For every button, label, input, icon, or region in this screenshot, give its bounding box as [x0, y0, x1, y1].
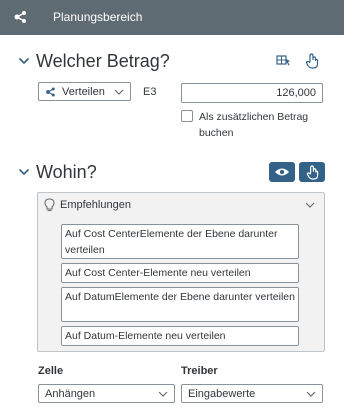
distribute-icon: [46, 87, 55, 96]
recommendation-item[interactable]: Auf DatumElemente der Ebene darunter ver…: [61, 287, 299, 322]
hand-pointer-icon: [305, 53, 319, 69]
grid-select-icon: [276, 55, 290, 66]
recommendations-panel: Empfehlungen Auf Cost CenterElemente der…: [37, 192, 325, 352]
preview-button[interactable]: [269, 162, 295, 182]
panel-title: Planungsbereich: [53, 10, 143, 24]
cell-reference: E3: [143, 86, 157, 98]
select-cells-button[interactable]: [272, 50, 296, 72]
chevron-down-icon: [305, 202, 315, 208]
distribute-dropdown[interactable]: Verteilen: [38, 82, 131, 101]
section-target-title: Wohin?: [36, 161, 97, 182]
chevron-down-icon: [18, 168, 30, 176]
recommendation-item[interactable]: Auf Cost CenterElemente der Ebene darunt…: [61, 224, 299, 259]
amount-input[interactable]: 126,000: [181, 83, 323, 103]
chevron-down-icon: [18, 57, 30, 65]
recommendation-item[interactable]: Auf Cost Center-Elemente neu verteilen: [61, 263, 299, 283]
recommendation-item[interactable]: Auf Datum-Elemente neu verteilen: [61, 326, 299, 346]
chevron-down-icon: [114, 89, 124, 95]
cell-dropdown-value: Anhängen: [45, 387, 96, 400]
section-amount-header[interactable]: Welcher Betrag?: [18, 49, 170, 73]
cell-dropdown[interactable]: Anhängen: [38, 384, 175, 403]
eye-icon: [275, 168, 289, 176]
additional-amount-checkbox[interactable]: [181, 110, 193, 122]
pick-target-button[interactable]: [299, 162, 325, 182]
panel-titlebar: Planungsbereich: [0, 0, 344, 35]
additional-amount-label: Als zusätzlichen Betrag buchen: [199, 111, 309, 139]
cell-label: Zelle: [38, 365, 64, 377]
pick-cell-button[interactable]: [300, 50, 324, 72]
driver-dropdown[interactable]: Eingabewerte: [181, 384, 323, 403]
chevron-down-icon: [158, 391, 168, 397]
lightbulb-icon: [44, 198, 55, 212]
distribute-dropdown-label: Verteilen: [62, 85, 105, 98]
distribute-icon: [14, 11, 26, 23]
hand-pointer-icon: [306, 164, 318, 180]
driver-dropdown-value: Eingabewerte: [188, 387, 256, 400]
driver-label: Treiber: [181, 365, 218, 377]
section-target-header[interactable]: Wohin?: [18, 160, 97, 184]
recommendations-title: Empfehlungen: [60, 199, 131, 211]
section-amount-title: Welcher Betrag?: [36, 50, 170, 71]
chevron-down-icon: [306, 391, 316, 397]
recommendations-header[interactable]: Empfehlungen: [38, 193, 324, 217]
